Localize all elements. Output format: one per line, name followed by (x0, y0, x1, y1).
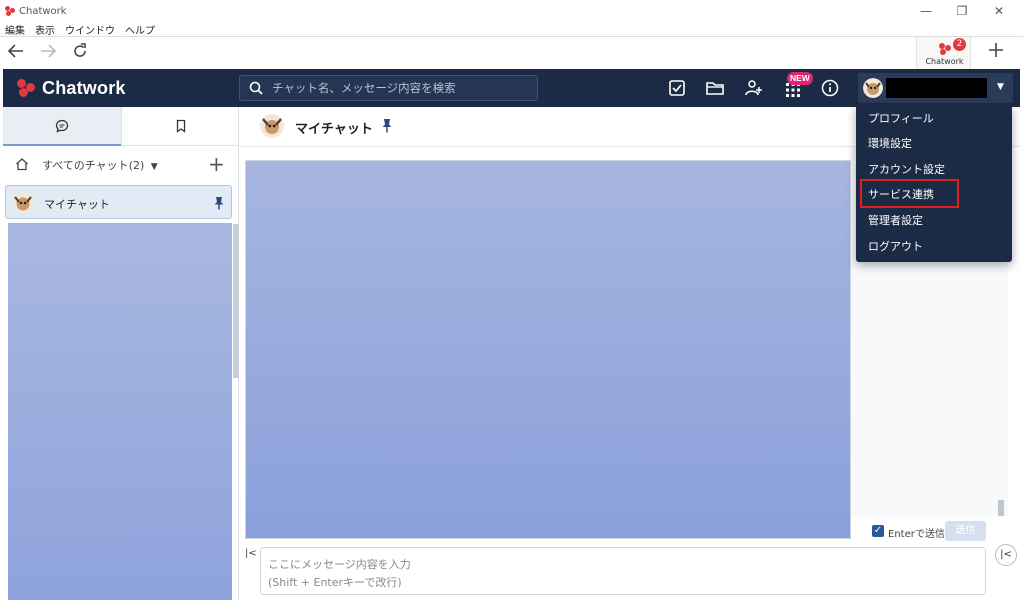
new-badge: NEW (787, 72, 813, 85)
highlight-annotation-box (860, 179, 959, 208)
back-arrow-icon[interactable] (4, 41, 28, 65)
send-button[interactable]: 送信 (945, 521, 986, 541)
menu-window[interactable]: ウインドウ (65, 22, 115, 37)
window-title: Chatwork (19, 5, 67, 17)
search-box[interactable] (239, 75, 538, 101)
chat-bubble-icon (55, 119, 69, 133)
pin-icon[interactable] (213, 196, 225, 210)
tab-chatwork[interactable]: 2 Chatwork (916, 37, 971, 70)
info-icon[interactable] (820, 78, 840, 98)
window-titlebar: Chatwork — ❐ ✕ (0, 0, 1023, 22)
pin-icon[interactable] (381, 118, 393, 133)
chatwork-logo-icon (939, 43, 951, 55)
add-chat-button[interactable]: + (208, 152, 225, 176)
avatar (260, 114, 284, 138)
browser-nav-bar: 2 Chatwork (0, 36, 1023, 70)
menubar: 編集 表示 ウインドウ ヘルプ (0, 22, 165, 37)
menu-item-preferences[interactable]: 環境設定 (856, 132, 1012, 156)
menu-edit[interactable]: 編集 (5, 22, 25, 37)
menu-view[interactable]: 表示 (35, 22, 55, 37)
enter-to-send-label[interactable]: Enterで送信 (888, 525, 945, 540)
sidebar: すべてのチャット(2) ▼ + マイチャット (3, 107, 239, 600)
bookmark-icon (176, 119, 186, 133)
chevron-down-icon: ▼ (150, 162, 158, 172)
chevron-down-icon: ▼ (997, 82, 1004, 92)
room-name: マイチャット (44, 198, 110, 211)
app-header: Chatwork NEW ▼ (3, 69, 1020, 107)
sidebar-scrollbar[interactable] (233, 224, 239, 378)
add-tab-plus-icon[interactable] (984, 41, 1008, 65)
user-menu-toggle[interactable]: ▼ (858, 73, 1013, 103)
restore-button[interactable]: ❐ (944, 2, 980, 20)
task-check-icon[interactable] (667, 78, 687, 98)
chat-filter-row: すべてのチャット(2) ▼ + (3, 152, 239, 177)
chat-filter-label: すべてのチャット(2) (42, 159, 145, 172)
menu-help[interactable]: ヘルプ (125, 22, 155, 37)
menu-item-admin-settings[interactable]: 管理者設定 (856, 209, 1012, 233)
right-pane-scrollbar[interactable] (998, 500, 1004, 516)
input-placeholder: ここにメッセージ内容を入力 (268, 558, 411, 571)
composer-toolbar: ✓ Enterで送信 送信 (240, 517, 1020, 547)
avatar (863, 78, 883, 98)
unread-badge: 2 (953, 38, 966, 51)
message-input[interactable]: ここにメッセージ内容を入力 (Shift + Enterキーで改行) (260, 547, 986, 595)
chatwork-logo-icon (17, 78, 37, 98)
reload-icon[interactable] (68, 41, 92, 65)
chat-filter-dropdown[interactable]: すべてのチャット(2) ▼ (42, 157, 158, 173)
forward-arrow-icon[interactable] (36, 41, 60, 65)
enter-to-send-checkbox[interactable]: ✓ (872, 525, 884, 537)
menu-item-logout[interactable]: ログアウト (856, 235, 1012, 259)
brand-name: Chatwork (42, 77, 126, 98)
tab-bookmarks[interactable] (121, 107, 239, 146)
tab-label: Chatwork (925, 57, 964, 66)
sidebar-item-mychat[interactable]: マイチャット (5, 185, 232, 219)
redacted-username (886, 78, 987, 98)
brand-logo[interactable]: Chatwork (17, 76, 126, 100)
tab-chats[interactable] (3, 107, 121, 146)
page-title: マイチャット (295, 122, 373, 137)
message-timeline (246, 161, 850, 538)
folder-icon[interactable] (705, 78, 725, 98)
contact-add-icon[interactable] (744, 78, 764, 98)
minimize-button[interactable]: — (908, 2, 944, 20)
search-icon (249, 81, 263, 95)
collapse-right-icon[interactable]: |< (995, 544, 1017, 566)
search-input[interactable] (272, 79, 532, 97)
menu-item-profile[interactable]: プロフィール (856, 107, 1012, 131)
avatar (12, 192, 34, 214)
home-icon[interactable] (15, 157, 29, 171)
chatwork-logo-icon (5, 6, 15, 16)
collapse-left-icon[interactable]: |< (245, 548, 257, 559)
sidebar-tabs (3, 107, 239, 146)
close-window-button[interactable]: ✕ (981, 2, 1017, 20)
input-placeholder-hint: (Shift + Enterキーで改行) (268, 576, 402, 589)
room-list-area (8, 223, 232, 600)
